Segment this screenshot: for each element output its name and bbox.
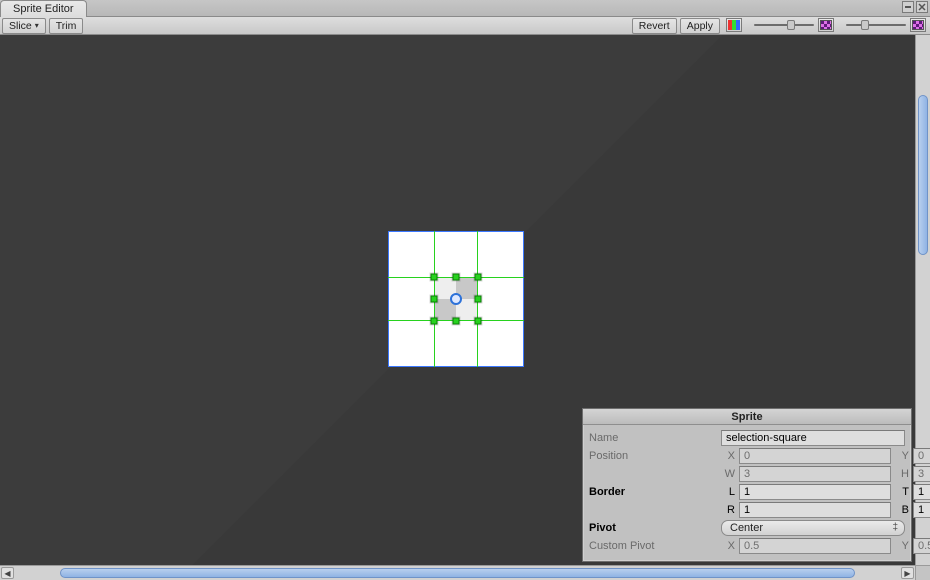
row-border-lt: Border L T	[589, 483, 905, 501]
handle[interactable]	[431, 318, 438, 325]
horizontal-scrollbar[interactable]: ◀ ▶	[0, 565, 915, 580]
alpha-icon	[818, 18, 834, 32]
handle[interactable]	[431, 274, 438, 281]
pos-y-field[interactable]	[913, 448, 930, 464]
pivot-handle[interactable]	[450, 293, 462, 305]
scroll-right-icon[interactable]: ▶	[901, 567, 914, 579]
handle[interactable]	[475, 274, 482, 281]
custom-pivot-y-field[interactable]	[913, 538, 930, 554]
handle[interactable]	[475, 318, 482, 325]
mip-icon	[910, 18, 926, 32]
zoom-slider[interactable]	[842, 17, 928, 33]
row-custom-pivot: Custom Pivot X Y	[589, 537, 905, 555]
handle[interactable]	[453, 274, 460, 281]
name-label: Name	[589, 432, 717, 444]
scroll-corner	[915, 565, 930, 580]
pivot-label: Pivot	[589, 522, 717, 534]
border-t-field[interactable]	[913, 484, 930, 500]
rgb-toggle[interactable]	[726, 17, 744, 33]
handle[interactable]	[453, 318, 460, 325]
pos-x-field[interactable]	[739, 448, 891, 464]
trim-button[interactable]: Trim	[49, 18, 84, 34]
sprite-properties-panel[interactable]: Sprite Name Position X Y W H Bor	[582, 408, 912, 562]
rgb-icon	[726, 18, 742, 32]
toolbar: Slice Trim Revert Apply	[0, 17, 930, 35]
scrollbar-thumb[interactable]	[60, 568, 855, 578]
row-name: Name	[589, 429, 905, 447]
scrollbar-thumb[interactable]	[918, 95, 928, 255]
sprite-editor-window: Sprite Editor Slice Trim Revert Apply	[0, 0, 930, 580]
close-icon[interactable]	[916, 1, 928, 13]
alpha-slider[interactable]	[750, 17, 836, 33]
border-b-field[interactable]	[913, 502, 930, 518]
row-position-xy: Position X Y	[589, 447, 905, 465]
panel-title: Sprite	[583, 409, 911, 425]
handle[interactable]	[475, 296, 482, 303]
apply-button[interactable]: Apply	[680, 18, 720, 34]
window-buttons	[902, 1, 928, 13]
minimize-icon[interactable]	[902, 1, 914, 13]
border-r-field[interactable]	[739, 502, 891, 518]
scroll-left-icon[interactable]: ◀	[1, 567, 14, 579]
border-label: Border	[589, 486, 717, 498]
name-field[interactable]	[721, 430, 905, 446]
title-bar: Sprite Editor	[0, 0, 930, 17]
row-position-wh: W H	[589, 465, 905, 483]
custom-pivot-x-field[interactable]	[739, 538, 891, 554]
border-l-field[interactable]	[739, 484, 891, 500]
pos-h-field[interactable]	[913, 466, 930, 482]
row-pivot: Pivot Center	[589, 519, 905, 537]
revert-button[interactable]: Revert	[632, 18, 677, 34]
pivot-dropdown[interactable]: Center	[721, 520, 905, 536]
pos-w-field[interactable]	[739, 466, 891, 482]
sprite-canvas[interactable]	[389, 232, 523, 366]
handle[interactable]	[431, 296, 438, 303]
window-tab[interactable]: Sprite Editor	[0, 0, 87, 17]
row-border-rb: R B	[589, 501, 905, 519]
custom-pivot-label: Custom Pivot	[589, 540, 717, 552]
position-label: Position	[589, 450, 717, 462]
slice-dropdown[interactable]: Slice	[2, 18, 46, 34]
